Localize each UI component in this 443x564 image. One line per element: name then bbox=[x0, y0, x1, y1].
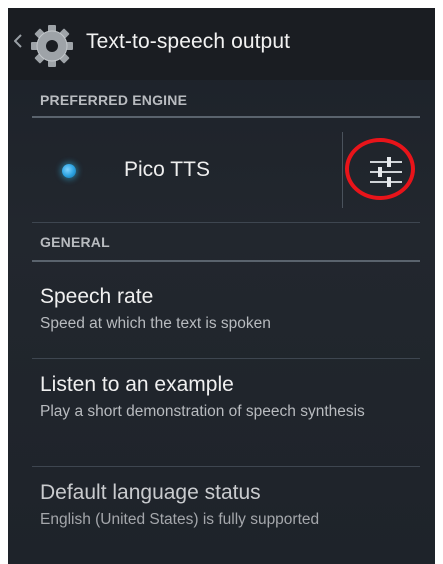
section-header-preferred-engine: PREFERRED ENGINE bbox=[40, 92, 188, 108]
pref-listen-example[interactable]: Listen to an example Play a short demons… bbox=[40, 372, 420, 422]
section-divider bbox=[32, 260, 420, 262]
engine-radio-button[interactable] bbox=[62, 164, 76, 178]
row-divider bbox=[32, 358, 420, 359]
row-divider bbox=[32, 222, 420, 223]
section-header-general: GENERAL bbox=[40, 234, 110, 250]
settings-screen: Text-to-speech output PREFERRED ENGINE P… bbox=[8, 8, 435, 564]
pref-summary: English (United States) is fully support… bbox=[40, 511, 320, 528]
highlight-circle bbox=[345, 138, 415, 200]
gear-icon[interactable] bbox=[28, 22, 76, 70]
action-bar: Text-to-speech output bbox=[8, 8, 435, 80]
pref-title: Default language status bbox=[40, 481, 261, 504]
pref-summary: Speed at which the text is spoken bbox=[40, 315, 271, 332]
row-divider bbox=[32, 466, 420, 467]
pref-summary: Play a short demonstration of speech syn… bbox=[40, 403, 365, 420]
engine-label: Pico TTS bbox=[124, 158, 210, 181]
section-divider bbox=[32, 116, 420, 118]
vertical-divider bbox=[342, 132, 343, 208]
chevron-left-icon[interactable] bbox=[14, 34, 22, 48]
pref-default-language-status: Default language status English (United … bbox=[40, 480, 420, 530]
pref-speech-rate[interactable]: Speech rate Speed at which the text is s… bbox=[40, 284, 420, 334]
page-title: Text-to-speech output bbox=[86, 30, 291, 53]
pref-title: Speech rate bbox=[40, 285, 154, 308]
pref-title: Listen to an example bbox=[40, 373, 234, 396]
